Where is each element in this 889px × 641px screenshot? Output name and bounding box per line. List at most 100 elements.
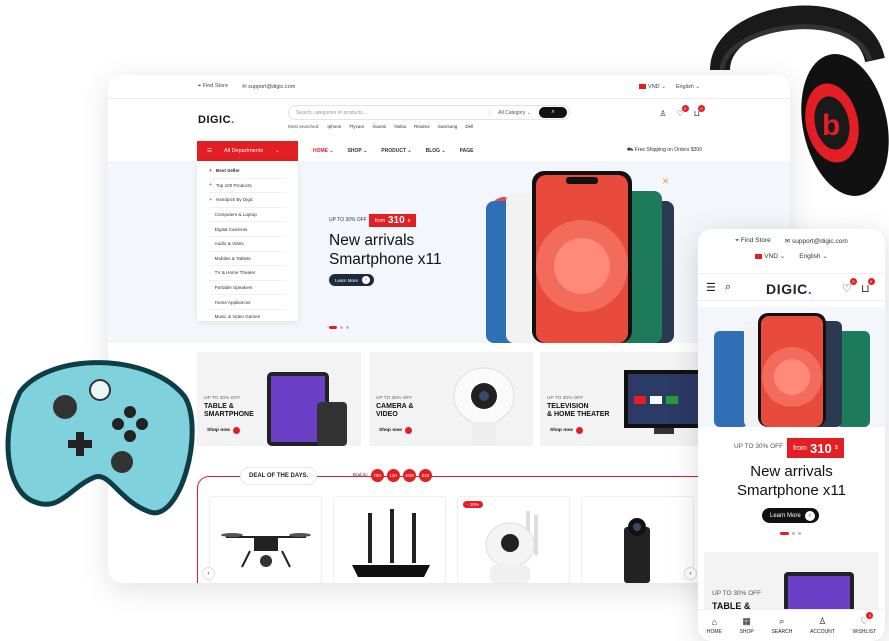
bottom-nav-home[interactable]: ⌂ HOME xyxy=(707,617,722,635)
all-departments-button[interactable]: ☰ All Departments ⌄ xyxy=(197,141,298,161)
department-item[interactable]: · Mobiles & Tablets xyxy=(209,252,286,267)
chevron-right-icon: › xyxy=(689,570,692,577)
department-label: Mobiles & Tablets xyxy=(214,255,251,261)
email-link[interactable]: ✉ support@digic.com xyxy=(785,237,848,245)
bottom-nav-account[interactable]: ♙ ACCOUNT xyxy=(810,616,835,635)
mail-icon: ✉ xyxy=(242,83,247,90)
department-item[interactable]: + Top 100 Products xyxy=(209,179,286,194)
menu-item-label: PRODUCT xyxy=(381,148,407,154)
menu-icon[interactable]: ☰ xyxy=(706,281,716,294)
product-card[interactable]: - 10% xyxy=(457,496,570,583)
learn-more-label: Learn More xyxy=(770,512,801,519)
user-icon[interactable]: ♙ xyxy=(659,109,666,118)
promo-card[interactable]: UP TO 30% OFF TABLE & xyxy=(704,552,879,612)
menu-item-page[interactable]: PAGE xyxy=(460,148,474,154)
wishlist-icon[interactable]: ♡ 0 xyxy=(842,278,857,295)
currency-select[interactable]: VND ⌄ xyxy=(755,252,785,260)
cart-count: 0 xyxy=(698,105,705,112)
search-button[interactable]: ⌕ xyxy=(539,107,567,118)
cart-icon[interactable]: ⊔ 0 xyxy=(694,105,705,118)
heart-icon: ♡ 0 xyxy=(860,612,874,627)
wishlist-icon[interactable]: ♡ 0 xyxy=(677,105,689,118)
promo-card[interactable]: UP TO 30% OFF TABLE & SMARTPHONE Shop now xyxy=(197,352,361,446)
search-icon[interactable]: ⌕ xyxy=(725,281,731,294)
department-item[interactable]: · Music & Video Games xyxy=(209,310,286,325)
bullet-icon: · xyxy=(209,299,211,306)
plus-icon: + xyxy=(209,182,212,189)
menu-item-blog[interactable]: BLOG ⌄ xyxy=(426,148,446,154)
learn-more-button[interactable]: Learn More › xyxy=(329,274,375,286)
department-item[interactable]: · Computers & Laptop xyxy=(209,208,286,223)
television-image xyxy=(624,370,704,434)
shop-now-button[interactable]: Shop now xyxy=(550,427,583,434)
department-item[interactable]: · TV & Home Theater xyxy=(209,266,286,281)
slider-dot[interactable] xyxy=(792,532,795,535)
slider-dot[interactable] xyxy=(340,326,343,329)
bottom-nav-wishlist[interactable]: ♡ 0 WISHLIST xyxy=(852,612,877,635)
most-searched-link[interactable]: Realme xyxy=(414,124,430,129)
language-select[interactable]: English ⌄ xyxy=(799,252,828,260)
search-bar[interactable]: Search categories or products... All Cat… xyxy=(288,105,570,120)
department-item[interactable]: + Handpick By Digic xyxy=(209,193,286,208)
menu-item-product[interactable]: PRODUCT ⌄ xyxy=(381,148,411,154)
most-searched-link[interactable]: Iphone xyxy=(327,124,341,129)
most-searched-link[interactable]: Dell xyxy=(465,124,473,129)
slider-dot[interactable] xyxy=(780,532,789,535)
product-card[interactable] xyxy=(333,496,446,583)
slider-dot[interactable] xyxy=(346,326,349,329)
menu-item-shop[interactable]: SHOP ⌄ xyxy=(348,148,368,154)
prev-arrow-button[interactable]: ‹ xyxy=(202,567,215,580)
deal-title: DEAL OF THE DAYS. xyxy=(240,467,318,485)
department-item[interactable]: · Digital Cameras xyxy=(209,222,286,237)
menu-item-home[interactable]: HOME ⌄ xyxy=(313,148,334,154)
currency-select[interactable]: VND ⌄ xyxy=(639,84,666,90)
promo-discount: UP TO 30% OFF xyxy=(547,396,584,401)
most-searched-link[interactable]: Flycam xyxy=(349,124,364,129)
bottom-nav-label: ACCOUNT xyxy=(810,629,835,635)
promo-discount: UP TO 30% OFF xyxy=(712,590,762,597)
slider-dots[interactable] xyxy=(780,532,801,535)
most-searched-link[interactable]: Nokia xyxy=(394,124,406,129)
department-item[interactable]: · Audio & Video xyxy=(209,237,286,252)
department-item[interactable]: · Home Appliances xyxy=(209,295,286,310)
truck-icon: ⛟ xyxy=(627,147,634,153)
slider-dot[interactable] xyxy=(329,326,337,329)
department-item[interactable]: · Portable Speakers xyxy=(209,281,286,296)
learn-more-button[interactable]: Learn More › xyxy=(762,508,819,523)
department-label: Digital Cameras xyxy=(214,226,248,232)
find-store-link[interactable]: ⌖ Find Store xyxy=(735,237,770,245)
product-card[interactable] xyxy=(581,496,694,583)
most-searched-link[interactable]: Samsung xyxy=(438,124,457,129)
search-input[interactable]: Search categories or products... xyxy=(296,110,367,116)
promo-card[interactable]: UP TO 30% OFF TELEVISION & HOME THEATER S… xyxy=(540,352,704,446)
next-arrow-button[interactable]: › xyxy=(684,567,697,580)
vietnam-flag-icon xyxy=(639,83,647,89)
logo[interactable]: DIGIC. xyxy=(198,114,235,126)
cart-icon[interactable]: ⊔ 0 xyxy=(861,278,875,295)
bottom-nav-label: WISHLIST xyxy=(852,629,877,635)
shop-now-button[interactable]: Shop now xyxy=(379,427,412,434)
bullet-icon: · xyxy=(209,255,211,262)
department-label: Best Seller xyxy=(215,168,240,174)
email-link[interactable]: ✉ support@digic.com xyxy=(242,84,295,90)
department-label: Audio & Video xyxy=(214,241,244,247)
product-card[interactable] xyxy=(209,496,322,583)
category-select[interactable]: All Category ⌄ xyxy=(489,109,539,116)
department-label: TV & Home Theater xyxy=(214,270,256,276)
slider-dot[interactable] xyxy=(798,532,801,535)
department-item[interactable]: + Best Seller xyxy=(209,164,286,179)
desktop-nav: ☰ All Departments ⌄ HOME ⌄ SHOP ⌄ PRODUCT… xyxy=(108,141,790,161)
hero-title: New arrivals Smartphone x11 xyxy=(698,462,885,500)
bottom-nav-shop[interactable]: ▦ SHOP xyxy=(740,616,754,635)
slider-dots[interactable] xyxy=(329,326,349,329)
most-searched-link[interactable]: Xiaomi xyxy=(372,124,386,129)
promo-title: TABLE & SMARTPHONE xyxy=(204,403,254,419)
language-select[interactable]: English ⌄ xyxy=(676,84,700,90)
shop-now-button[interactable]: Shop now xyxy=(207,427,240,434)
promo-title-line: CAMERA & xyxy=(376,403,414,410)
bottom-nav-search[interactable]: ⌕ SEARCH xyxy=(771,616,792,635)
find-store-link[interactable]: ⌖ Find Store xyxy=(198,83,228,90)
logo[interactable]: DIGIC. xyxy=(766,281,812,297)
promo-card[interactable]: UP TO 30% OFF CAMERA & VIDEO Shop now xyxy=(369,352,533,446)
countdown-days: 79D xyxy=(370,469,384,482)
